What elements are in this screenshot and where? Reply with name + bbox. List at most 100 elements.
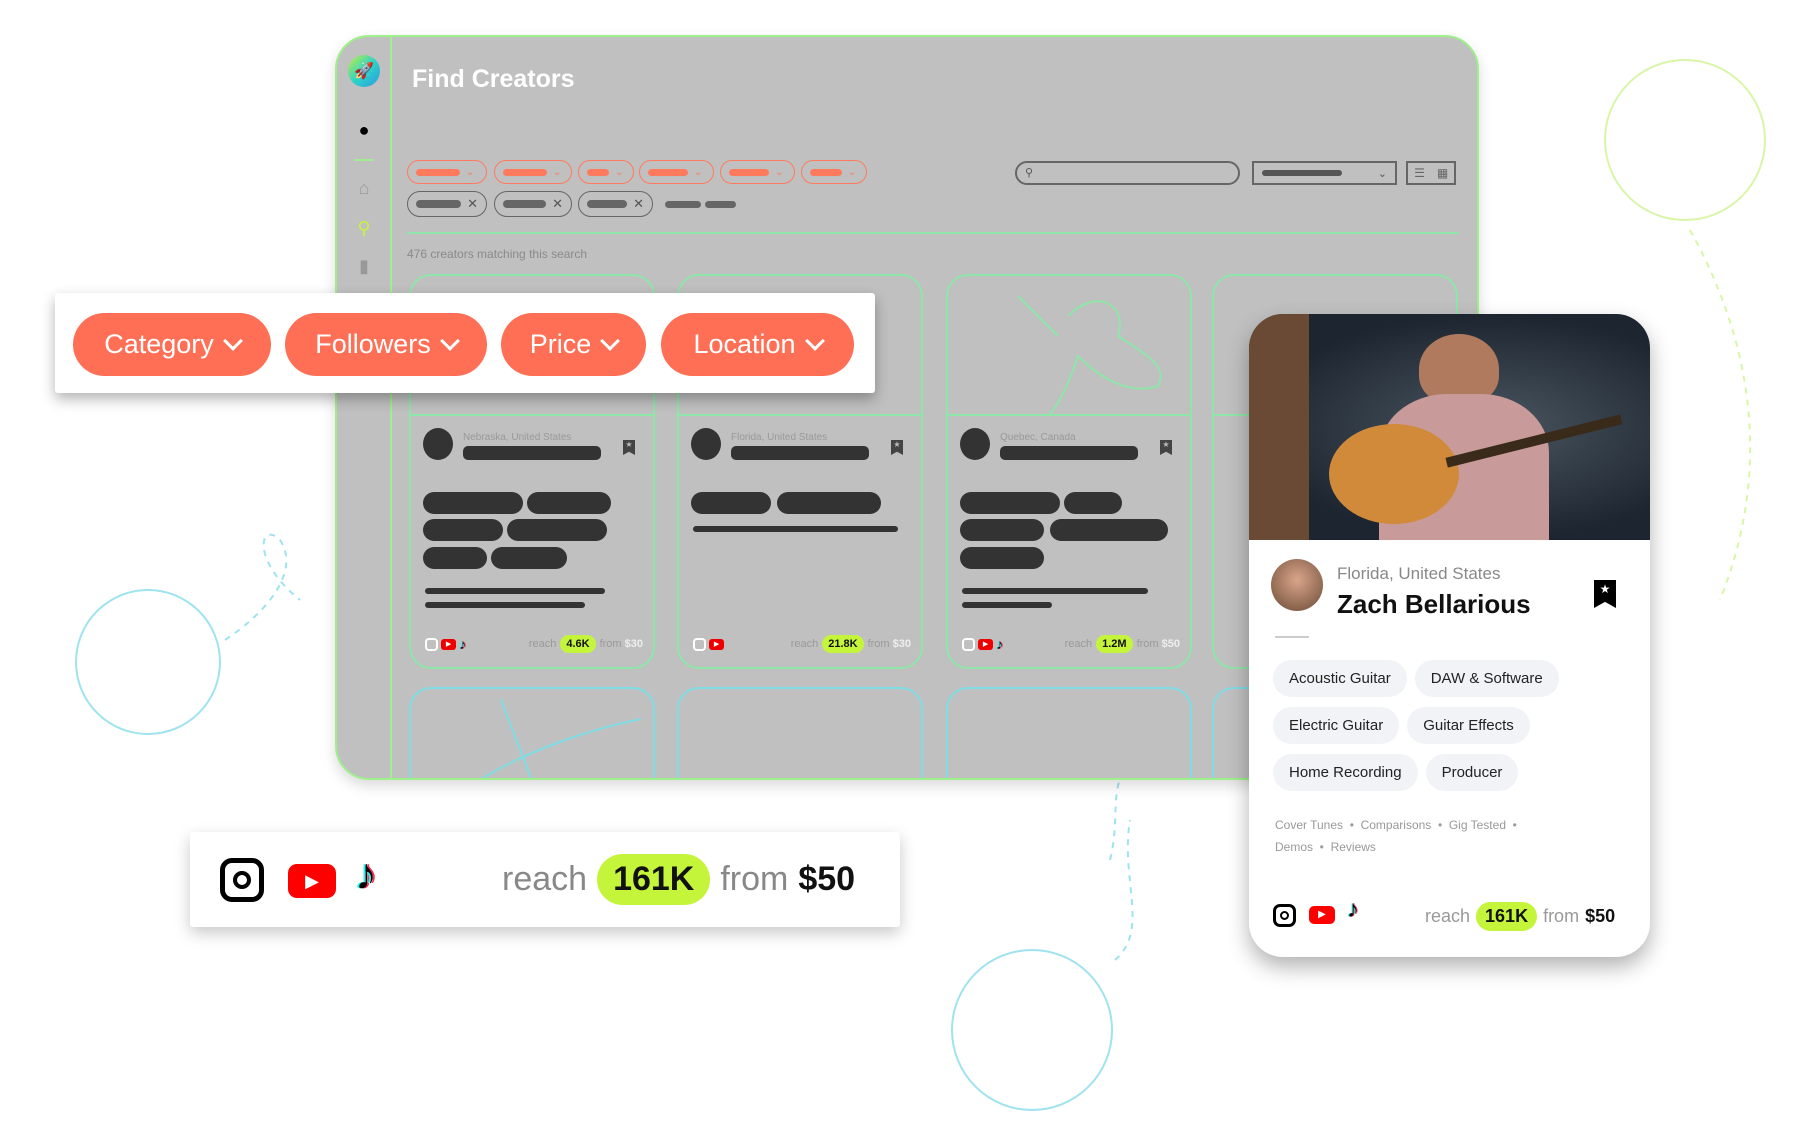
creator-photo — [1249, 314, 1650, 540]
instagram-icon — [425, 637, 438, 651]
chevron-down-icon — [600, 330, 621, 351]
filter-label: Followers — [315, 329, 431, 359]
active-filter-chip[interactable]: ✕ — [407, 191, 487, 217]
listener-illustration-icon — [951, 949, 1113, 1111]
creator-card[interactable] — [409, 687, 655, 778]
filter-dropdown[interactable]: ⌄ — [801, 160, 867, 184]
bookmark-icon[interactable]: ▮ — [351, 253, 377, 279]
view-toggle[interactable]: ☰ ▦ — [1406, 161, 1456, 185]
bookmark-icon[interactable]: ★ — [623, 440, 635, 455]
from-label: from — [599, 638, 622, 650]
filter-bar-callout: Category Followers Price Location — [55, 293, 875, 393]
location-filter[interactable]: Location — [661, 313, 854, 376]
reach-label: reach — [1425, 906, 1471, 926]
tiktok-icon: ♪ — [459, 636, 467, 652]
list-view-icon[interactable]: ☰ — [1408, 163, 1431, 183]
chevron-down-icon — [804, 330, 825, 351]
tag[interactable]: Electric Guitar — [1273, 707, 1400, 744]
filter-dropdown[interactable]: ⌄ — [407, 160, 487, 184]
from-label: from — [720, 860, 789, 898]
creator-illustration-icon — [1017, 295, 1162, 417]
name-placeholder — [731, 446, 869, 460]
chevron-down-icon — [222, 330, 243, 351]
creator-card[interactable] — [677, 687, 923, 778]
avatar — [691, 428, 721, 460]
reach-badge: 1.2M — [1096, 635, 1133, 653]
close-icon[interactable]: ✕ — [467, 196, 478, 212]
active-filter-chip[interactable]: ✕ — [494, 191, 572, 217]
price: $50 — [798, 860, 856, 898]
tag[interactable]: Home Recording — [1273, 754, 1418, 791]
close-icon[interactable]: ✕ — [552, 196, 563, 212]
content-type: Reviews — [1330, 840, 1376, 854]
reach-price-callout: ▶ ♪ reach 161K from $50 — [190, 832, 900, 927]
bookmark-icon[interactable]: ★ — [1594, 580, 1616, 608]
content-types: Cover Tunes • Comparisons • Gig Tested •… — [1275, 818, 1517, 854]
chevron-down-icon — [439, 330, 460, 351]
tag[interactable]: Acoustic Guitar — [1273, 660, 1407, 697]
content-type: Demos — [1275, 840, 1314, 854]
reach-badge: 161K — [597, 854, 711, 905]
search-icon[interactable]: ⚲ — [351, 215, 377, 241]
tag[interactable]: Guitar Effects — [1407, 707, 1530, 744]
home-icon[interactable]: ⌂ — [351, 175, 377, 201]
filter-label: Price — [529, 329, 592, 359]
guitarist-illustration-icon — [1604, 59, 1766, 221]
creator-location: Quebec, Canada — [1000, 432, 1076, 443]
youtube-icon: ▶ — [709, 638, 725, 650]
filter-label: Location — [693, 329, 796, 359]
filter-dropdown[interactable]: ⌄ — [494, 160, 572, 184]
category-filter[interactable]: Category — [73, 313, 271, 376]
reach-label: reach — [1064, 638, 1093, 650]
price-filter[interactable]: Price — [501, 313, 646, 376]
from-label: from — [867, 638, 890, 650]
rocket-logo-icon[interactable]: 🚀 — [348, 55, 380, 87]
youtube-icon: ▶ — [441, 638, 457, 650]
filter-dropdown[interactable]: ⌄ — [578, 160, 634, 184]
bookmark-icon[interactable]: ★ — [1160, 440, 1172, 455]
creator-location: Florida, United States — [1337, 564, 1501, 583]
followers-filter[interactable]: Followers — [285, 313, 487, 376]
tag[interactable]: Producer — [1425, 754, 1519, 791]
price: $30 — [892, 638, 911, 650]
content-type: Gig Tested — [1448, 818, 1506, 832]
creator-location: Nebraska, United States — [463, 432, 572, 443]
filter-dropdown[interactable]: ⌄ — [639, 160, 714, 184]
sidebar-divider — [355, 159, 373, 161]
youtube-icon: ▶ — [978, 638, 994, 650]
reach-badge: 21.8K — [822, 635, 864, 653]
youtube-icon: ▶ — [288, 864, 336, 898]
filter-dropdown[interactable]: ⌄ — [720, 160, 795, 184]
instagram-icon — [1273, 904, 1296, 927]
content-type: Comparisons — [1360, 818, 1432, 832]
creator-location: Florida, United States — [731, 432, 828, 443]
active-filter-chip[interactable]: ✕ — [578, 191, 653, 217]
youtube-icon: ▶ — [1309, 906, 1335, 924]
avatar — [1271, 559, 1323, 611]
tag[interactable]: DAW & Software — [1414, 660, 1559, 697]
creator-profile-card[interactable]: Florida, United States Zach Bellarious ★… — [1249, 314, 1650, 957]
price: $50 — [1161, 638, 1180, 650]
divider — [407, 232, 1459, 234]
instagram-icon — [693, 637, 706, 651]
tag-list: Acoustic Guitar DAW & Software Electric G… — [1273, 660, 1633, 801]
creator-card[interactable]: Quebec, Canada ★ ▶ ♪ reach 1.2M from $50 — [946, 274, 1192, 669]
singer-illustration-icon — [75, 589, 221, 735]
close-icon[interactable]: ✕ — [633, 196, 644, 212]
creator-card[interactable] — [946, 687, 1192, 778]
bookmark-icon[interactable]: ★ — [891, 440, 903, 455]
guitar-icon[interactable]: ● — [351, 117, 377, 143]
price: $50 — [1585, 906, 1616, 926]
search-input[interactable]: ⚲ — [1015, 161, 1240, 185]
tiktok-icon: ♪ — [355, 850, 377, 899]
content-type: Cover Tunes — [1275, 818, 1344, 832]
reach-label: reach — [528, 638, 557, 650]
guitarist-illustration-icon — [480, 698, 642, 778]
tiktok-icon: ♪ — [1347, 896, 1359, 923]
sort-dropdown[interactable]: ⌄ — [1252, 161, 1397, 185]
grid-view-icon[interactable]: ▦ — [1431, 163, 1454, 183]
reach-label: reach — [502, 860, 588, 898]
reach-badge: 4.6K — [560, 635, 596, 653]
chevron-down-icon: ⌄ — [1377, 167, 1387, 180]
from-label: from — [1136, 638, 1159, 650]
